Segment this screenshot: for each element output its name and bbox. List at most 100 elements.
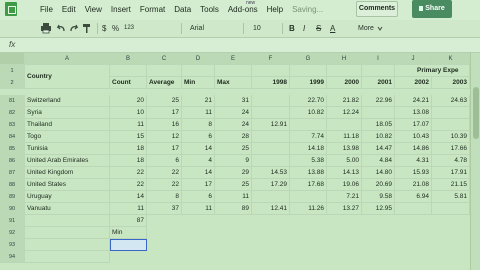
min-cell[interactable]: 8 bbox=[182, 119, 215, 131]
value-cell-2002[interactable]: 14.86 bbox=[395, 143, 432, 155]
year-header-2000[interactable]: 2000 bbox=[327, 77, 362, 89]
percent-format-button[interactable]: % bbox=[112, 22, 119, 35]
sheets-logo-icon[interactable] bbox=[5, 2, 17, 16]
currency-format-button[interactable]: $ bbox=[102, 22, 106, 35]
value-cell-1999[interactable] bbox=[290, 191, 327, 203]
value-cell-1998[interactable] bbox=[252, 95, 290, 107]
value-cell-2003[interactable]: 10.39 bbox=[432, 131, 470, 143]
value-cell-1999[interactable]: 10.82 bbox=[290, 107, 327, 119]
more-button[interactable]: More bbox=[358, 22, 374, 35]
max-cell[interactable]: 24 bbox=[215, 107, 252, 119]
column-header-a[interactable]: A bbox=[25, 53, 110, 65]
text-color-button[interactable]: A bbox=[330, 22, 335, 35]
average-cell[interactable]: 17 bbox=[147, 143, 182, 155]
font-family-select[interactable]: Arial bbox=[190, 22, 230, 35]
value-cell-2002[interactable]: 6.94 bbox=[395, 191, 432, 203]
cell[interactable] bbox=[25, 239, 110, 251]
value-cell-2001[interactable]: 20.69 bbox=[362, 179, 395, 191]
max-cell[interactable]: 29 bbox=[215, 167, 252, 179]
column-header-j[interactable]: J bbox=[395, 53, 432, 65]
country-cell[interactable]: Syria bbox=[25, 107, 110, 119]
cell[interactable] bbox=[25, 215, 110, 227]
year-header-1998[interactable]: 1998 bbox=[252, 77, 290, 89]
value-cell-2000[interactable]: 14.13 bbox=[327, 167, 362, 179]
row-header[interactable]: 89 bbox=[0, 191, 25, 203]
row-header[interactable]: 88 bbox=[0, 179, 25, 191]
select-all-corner[interactable] bbox=[0, 53, 25, 65]
spreadsheet-grid[interactable]: A B C D E F G H I J K 1 2 Country Primar… bbox=[0, 53, 470, 270]
cell[interactable] bbox=[327, 65, 362, 77]
value-cell-1998[interactable] bbox=[252, 107, 290, 119]
column-header-e[interactable]: E bbox=[215, 53, 252, 65]
value-cell-2003[interactable]: 17.91 bbox=[432, 167, 470, 179]
count-cell[interactable]: 18 bbox=[110, 155, 147, 167]
row-header[interactable]: 93 bbox=[0, 239, 25, 251]
value-cell-1999[interactable]: 22.70 bbox=[290, 95, 327, 107]
column-header-b[interactable]: B bbox=[110, 53, 147, 65]
value-cell-2002[interactable]: 17.07 bbox=[395, 119, 432, 131]
count-cell[interactable]: 11 bbox=[110, 203, 147, 215]
count-cell[interactable]: 10 bbox=[110, 107, 147, 119]
cell[interactable] bbox=[252, 65, 290, 77]
vertical-scrollbar[interactable] bbox=[470, 53, 480, 270]
min-cell[interactable]: 11 bbox=[182, 203, 215, 215]
value-cell-1998[interactable]: 14.53 bbox=[252, 167, 290, 179]
selected-cell[interactable] bbox=[110, 239, 147, 251]
cell[interactable] bbox=[362, 65, 395, 77]
scrollbar-thumb[interactable] bbox=[473, 87, 479, 139]
cell[interactable] bbox=[147, 65, 182, 77]
min-cell[interactable]: 14 bbox=[182, 167, 215, 179]
row-header[interactable]: 83 bbox=[0, 119, 25, 131]
average-header[interactable]: Average bbox=[147, 77, 182, 89]
max-cell[interactable]: 11 bbox=[215, 191, 252, 203]
value-cell-2000[interactable]: 5.00 bbox=[327, 155, 362, 167]
column-header-c[interactable]: C bbox=[147, 53, 182, 65]
max-cell[interactable]: 25 bbox=[215, 143, 252, 155]
chevron-down-icon[interactable] bbox=[377, 22, 383, 35]
count-cell[interactable]: 11 bbox=[110, 119, 147, 131]
value-cell-2000[interactable]: 19.06 bbox=[327, 179, 362, 191]
cell[interactable] bbox=[25, 227, 110, 239]
row-header[interactable]: 90 bbox=[0, 203, 25, 215]
max-cell[interactable]: 89 bbox=[215, 203, 252, 215]
row-header[interactable]: 82 bbox=[0, 107, 25, 119]
min-cell[interactable]: 17 bbox=[182, 179, 215, 191]
value-cell-2000[interactable]: 7.21 bbox=[327, 191, 362, 203]
min-cell[interactable]: 21 bbox=[182, 95, 215, 107]
value-cell-2002[interactable]: 4.31 bbox=[395, 155, 432, 167]
column-header-i[interactable]: I bbox=[362, 53, 395, 65]
count-header[interactable]: Count bbox=[110, 77, 147, 89]
row-header[interactable]: 94 bbox=[0, 251, 25, 263]
average-cell[interactable]: 17 bbox=[147, 107, 182, 119]
min-label-cell[interactable]: Min bbox=[110, 227, 147, 239]
row-header[interactable]: 86 bbox=[0, 155, 25, 167]
row-header[interactable]: 84 bbox=[0, 131, 25, 143]
row-header[interactable]: 87 bbox=[0, 167, 25, 179]
menu-data[interactable]: Data bbox=[174, 5, 191, 14]
share-button[interactable]: Share bbox=[412, 0, 452, 18]
value-cell-1998[interactable] bbox=[252, 191, 290, 203]
max-cell[interactable]: 24 bbox=[215, 119, 252, 131]
year-header-2002[interactable]: 2002 bbox=[395, 77, 432, 89]
min-cell[interactable]: 11 bbox=[182, 107, 215, 119]
country-cell[interactable]: Uruguay bbox=[25, 191, 110, 203]
max-cell[interactable]: 25 bbox=[215, 179, 252, 191]
value-cell-2001[interactable]: 10.82 bbox=[362, 131, 395, 143]
value-cell-2003[interactable]: 21.15 bbox=[432, 179, 470, 191]
value-cell-1999[interactable]: 14.18 bbox=[290, 143, 327, 155]
value-cell-2002[interactable] bbox=[395, 203, 432, 215]
value-cell-2002[interactable]: 15.93 bbox=[395, 167, 432, 179]
min-cell[interactable]: 6 bbox=[182, 191, 215, 203]
year-header-1999[interactable]: 1999 bbox=[290, 77, 327, 89]
row-header[interactable]: 81 bbox=[0, 95, 25, 107]
count-cell[interactable]: 18 bbox=[110, 143, 147, 155]
menu-tools[interactable]: Tools bbox=[200, 5, 219, 14]
min-header[interactable]: Min bbox=[182, 77, 215, 89]
row-header[interactable]: 91 bbox=[0, 215, 25, 227]
min-cell[interactable]: 6 bbox=[182, 131, 215, 143]
max-cell[interactable]: 9 bbox=[215, 155, 252, 167]
value-cell-2003[interactable]: 4.78 bbox=[432, 155, 470, 167]
average-cell[interactable]: 6 bbox=[147, 155, 182, 167]
column-header-f[interactable]: F bbox=[252, 53, 290, 65]
value-cell-2003[interactable] bbox=[432, 107, 470, 119]
